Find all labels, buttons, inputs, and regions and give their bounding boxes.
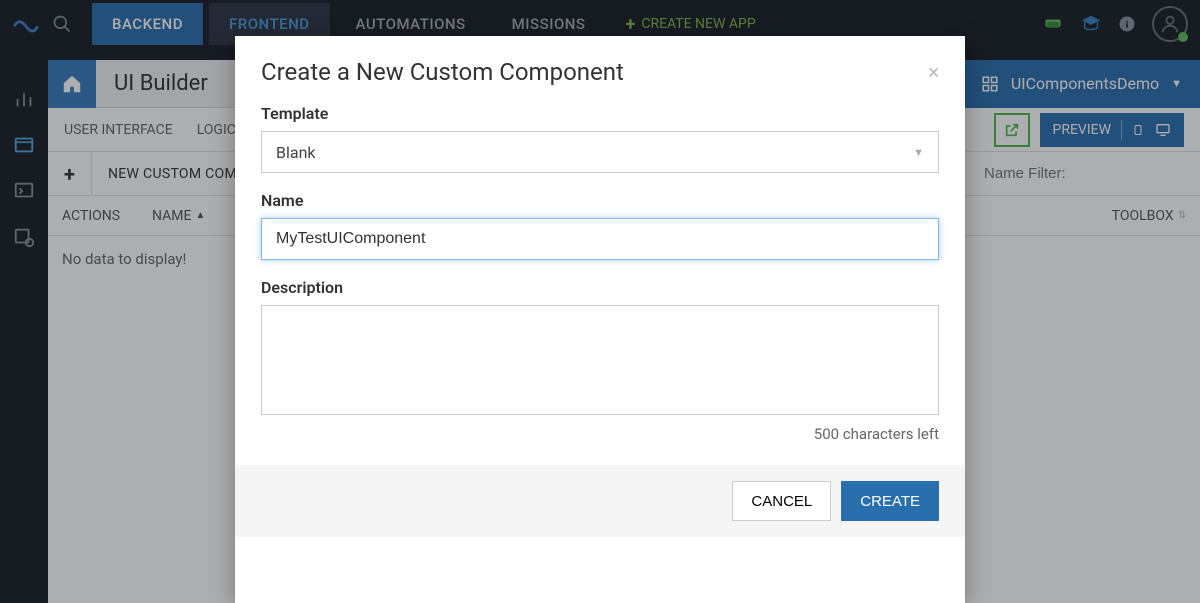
name-label: Name	[261, 191, 939, 210]
create-button[interactable]: CREATE	[841, 481, 939, 521]
template-value: Blank	[276, 143, 316, 162]
cancel-button[interactable]: CANCEL	[732, 481, 831, 521]
name-input[interactable]	[261, 218, 939, 260]
create-component-modal: Create a New Custom Component × Template…	[235, 36, 965, 603]
description-label: Description	[261, 278, 939, 297]
modal-overlay: Create a New Custom Component × Template…	[0, 0, 1200, 603]
template-select[interactable]: Blank ▼	[261, 131, 939, 173]
modal-title: Create a New Custom Component	[261, 58, 624, 86]
chevron-down-icon: ▼	[913, 146, 924, 159]
template-label: Template	[261, 104, 939, 123]
close-icon[interactable]: ×	[928, 60, 939, 84]
description-input[interactable]	[261, 305, 939, 415]
char-count: 500 characters left	[261, 425, 939, 443]
